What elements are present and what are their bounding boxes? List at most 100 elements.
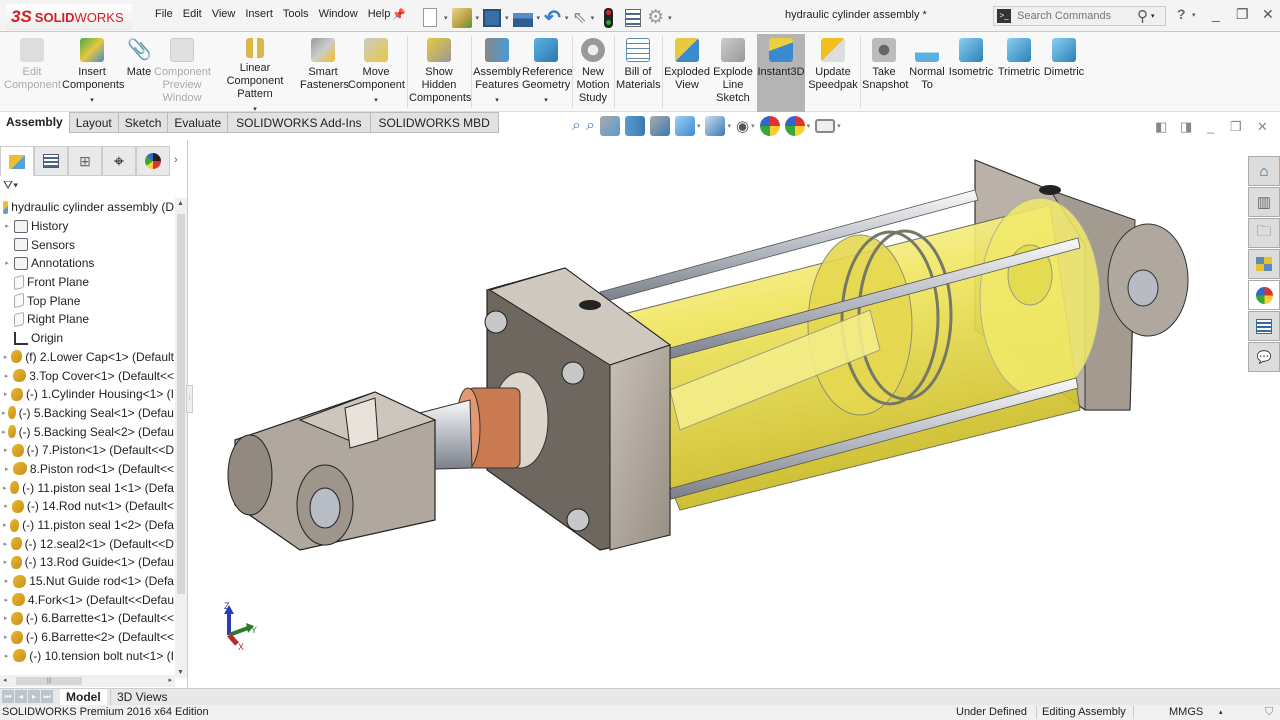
assembly-features-dropdown[interactable]: ▾ bbox=[473, 94, 521, 107]
reference-geometry-dropdown[interactable]: ▾ bbox=[522, 94, 570, 107]
featuremanager-tab[interactable] bbox=[0, 146, 34, 176]
zoom-to-fit-icon[interactable]: ⌕ bbox=[572, 117, 581, 135]
expand-arrow-icon[interactable]: ▸ bbox=[0, 558, 11, 566]
dynamic-annotation-views-icon[interactable] bbox=[649, 116, 670, 136]
tree-item[interactable]: Top Plane bbox=[0, 291, 174, 310]
tab-model[interactable]: Model bbox=[60, 689, 107, 705]
expand-arrow-icon[interactable]: ▸ bbox=[0, 577, 13, 585]
appearances-scenes-icon[interactable] bbox=[1248, 280, 1280, 310]
open-folder-icon[interactable] bbox=[451, 7, 472, 28]
solidworks-forum-icon[interactable]: 💬 bbox=[1248, 342, 1280, 372]
tree-horizontal-scrollbar[interactable]: ◂ ||| ▸ bbox=[0, 675, 175, 687]
open-dropdown[interactable]: ▾ bbox=[476, 14, 480, 22]
help-button[interactable]: ? bbox=[1177, 6, 1186, 22]
save-icon[interactable] bbox=[483, 8, 502, 27]
reference-geometry-button[interactable]: Reference Geometry ▾ bbox=[522, 36, 573, 107]
more-tabs-chevron-icon[interactable]: › bbox=[170, 146, 182, 176]
tree-item[interactable]: ▸ (-) 6.Barrette<2> (Default<< bbox=[0, 628, 174, 647]
expand-arrow-icon[interactable]: ▸ bbox=[0, 540, 11, 548]
tree-root-assembly[interactable]: hydraulic cylinder assembly (D bbox=[0, 198, 174, 217]
normal-to-button[interactable]: Normal To bbox=[908, 36, 946, 92]
take-snapshot-button[interactable]: Take Snapshot bbox=[862, 36, 908, 92]
tab-solidworks-add-ins[interactable]: SOLIDWORKS Add-Ins bbox=[228, 112, 371, 133]
search-commands-input[interactable] bbox=[1017, 10, 1137, 22]
insert-components-dropdown[interactable]: ▾ bbox=[62, 94, 122, 107]
expand-arrow-icon[interactable]: ▸ bbox=[0, 428, 8, 436]
display-style-dropdown[interactable]: ▾ bbox=[727, 122, 731, 130]
tree-item[interactable]: ▸ 4.Fork<1> (Default<<Defau bbox=[0, 590, 174, 609]
new-document-icon[interactable] bbox=[423, 8, 437, 27]
tree-item[interactable]: ▸ (-) 1.Cylinder Housing<1> (I bbox=[0, 385, 174, 404]
tree-item[interactable]: ▸ (-) 6.Barrette<1> (Default<< bbox=[0, 609, 174, 628]
expand-arrow-icon[interactable]: ▸ bbox=[0, 353, 11, 361]
tags-icon[interactable]: ⛉ bbox=[1265, 706, 1273, 719]
edit-component-button[interactable]: Edit Component bbox=[4, 36, 61, 92]
previous-tab-arrow[interactable]: ◂ bbox=[15, 690, 27, 703]
hide-show-dropdown[interactable]: ▾ bbox=[751, 122, 755, 130]
tree-item[interactable]: Sensors bbox=[0, 235, 174, 254]
exploded-view-button[interactable]: Exploded View bbox=[664, 36, 710, 92]
configurationmanager-tab[interactable]: ⊞ bbox=[68, 146, 102, 176]
first-tab-arrow[interactable]: ⏮ bbox=[2, 690, 14, 703]
expand-arrow-icon[interactable]: ▸ bbox=[0, 521, 10, 529]
expand-arrow-icon[interactable]: ▸ bbox=[0, 409, 8, 417]
expand-arrow-icon[interactable]: ▸ bbox=[0, 372, 13, 380]
tree-item[interactable]: ▸ (-) 13.Rod Guide<1> (Defau bbox=[0, 553, 174, 572]
tree-item[interactable]: ▸ 15.Nut Guide rod<1> (Defa bbox=[0, 572, 174, 591]
tab-layout[interactable]: Layout bbox=[69, 112, 119, 133]
search-icon[interactable]: ⚲ bbox=[1137, 7, 1148, 25]
tree-item[interactable]: ▸ (f) 2.Lower Cap<1> (Default bbox=[0, 348, 174, 367]
move-component-dropdown[interactable]: ▾ bbox=[348, 94, 404, 107]
scroll-down-arrow[interactable]: ▼ bbox=[177, 669, 184, 676]
new-dropdown[interactable]: ▾ bbox=[444, 14, 448, 22]
custom-properties-icon[interactable] bbox=[1248, 311, 1280, 341]
viewport-restore-button[interactable]: ❐ bbox=[1230, 119, 1242, 135]
viewport-minimize-button[interactable]: _ bbox=[1207, 119, 1214, 134]
print-dropdown[interactable]: ▾ bbox=[537, 14, 541, 22]
expand-arrow-icon[interactable]: ▸ bbox=[0, 484, 10, 492]
dimetric-view-button[interactable]: Dimetric bbox=[1042, 36, 1086, 79]
undo-icon[interactable]: ↶ bbox=[544, 5, 561, 30]
filter-icon[interactable]: ⛛▾ bbox=[3, 178, 18, 193]
instant3d-button[interactable]: Instant3D bbox=[757, 34, 805, 112]
tree-item[interactable]: ▸ (-) 5.Backing Seal<1> (Defau bbox=[0, 404, 174, 423]
expand-arrow-icon[interactable]: ▸ bbox=[0, 633, 11, 641]
expand-arrow-icon[interactable]: ▸ bbox=[0, 446, 12, 454]
mate-button[interactable]: 📎 Mate bbox=[125, 36, 153, 79]
search-dropdown[interactable]: ▾ bbox=[1151, 12, 1155, 20]
trimetric-view-button[interactable]: Trimetric bbox=[996, 36, 1042, 79]
solidworks-logo[interactable]: 3S SOLIDWORKS bbox=[6, 4, 132, 30]
expand-arrow-icon[interactable]: ▸ bbox=[0, 222, 14, 230]
previous-view-icon[interactable] bbox=[599, 116, 620, 136]
show-hidden-components-button[interactable]: Show Hidden Components bbox=[409, 36, 471, 105]
hide-show-items-eye-icon[interactable]: ◉ bbox=[736, 117, 749, 135]
tree-item[interactable]: ▸ (-) 5.Backing Seal<2> (Defau bbox=[0, 422, 174, 441]
help-dropdown[interactable]: ▾ bbox=[1192, 11, 1196, 19]
section-view-icon[interactable] bbox=[624, 116, 645, 136]
expand-arrow-icon[interactable]: ▸ bbox=[0, 652, 13, 660]
view-settings-monitor-icon[interactable] bbox=[815, 119, 836, 133]
menu-tools[interactable]: Tools bbox=[278, 8, 314, 20]
scroll-left-arrow[interactable]: ◂ bbox=[3, 676, 7, 684]
tree-item[interactable]: Front Plane bbox=[0, 273, 174, 292]
tree-vertical-scrollbar[interactable]: ▲ ▼ bbox=[175, 198, 187, 678]
tree-item[interactable]: Origin bbox=[0, 329, 174, 348]
rebuild-traffic-light-icon[interactable] bbox=[604, 7, 614, 28]
search-commands-box[interactable]: >_ ⚲ ▾ bbox=[993, 6, 1166, 26]
file-properties-icon[interactable] bbox=[625, 8, 642, 27]
unit-system-selector[interactable]: MMGS bbox=[1169, 706, 1203, 718]
tree-item[interactable]: ▸ (-) 10.tension bolt nut<1> (I bbox=[0, 647, 174, 666]
scroll-thumb[interactable] bbox=[177, 214, 185, 594]
undo-dropdown[interactable]: ▾ bbox=[565, 14, 569, 22]
print-icon[interactable] bbox=[512, 12, 533, 27]
viewport-close-button[interactable]: ✕ bbox=[1257, 119, 1268, 135]
view-orientation-dropdown[interactable]: ▾ bbox=[697, 122, 701, 130]
tree-item[interactable]: ▸ 8.Piston rod<1> (Default<< bbox=[0, 460, 174, 479]
insert-components-button[interactable]: Insert Components ▾ bbox=[62, 36, 124, 107]
tree-item[interactable]: ▸ (-) 7.Piston<1> (Default<<D bbox=[0, 441, 174, 460]
expand-arrow-icon[interactable]: ▸ bbox=[0, 465, 13, 473]
linear-component-pattern-button[interactable]: Linear Component Pattern ▾ bbox=[212, 36, 298, 116]
tree-item[interactable]: ▸ (-) 14.Rod nut<1> (Default< bbox=[0, 497, 174, 516]
expand-arrow-icon[interactable]: ▸ bbox=[0, 614, 11, 622]
minimize-button[interactable]: _ bbox=[1212, 6, 1220, 22]
